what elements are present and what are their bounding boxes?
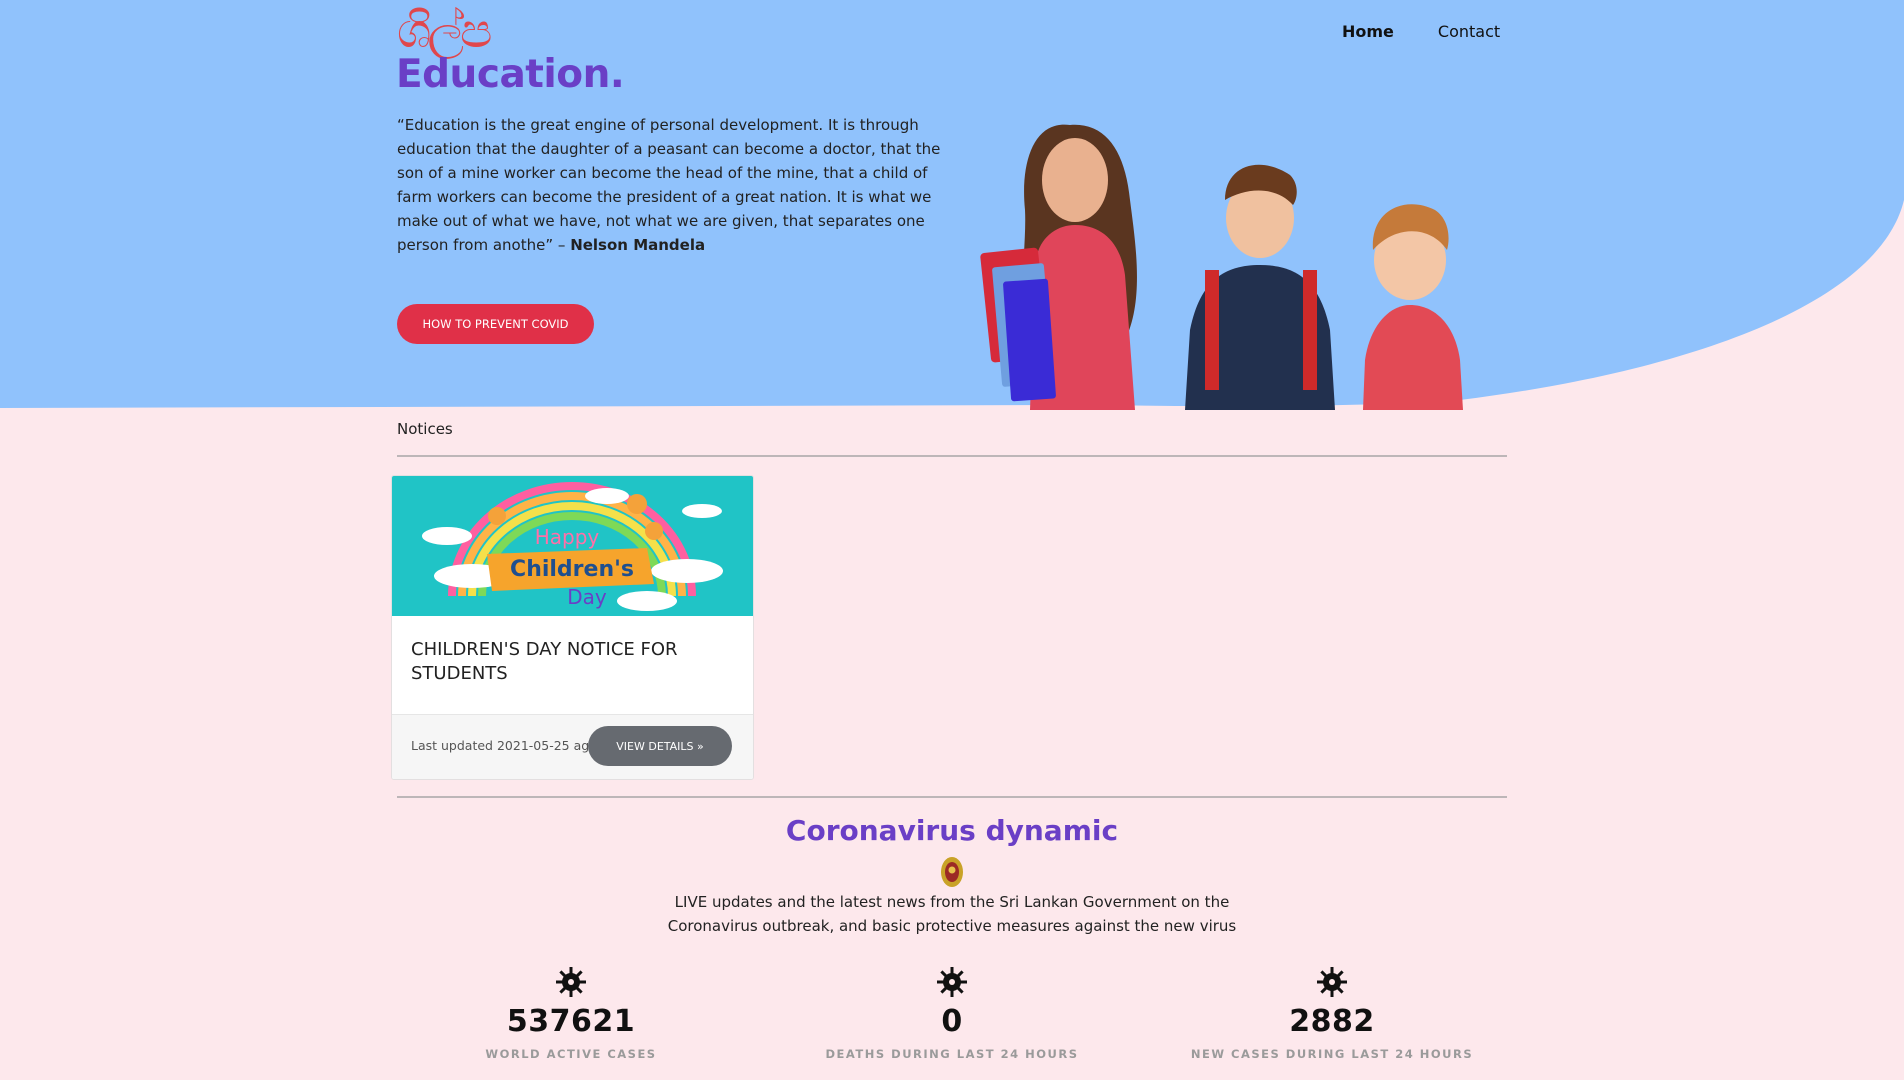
stat-label: DEATHS DURING LAST 24 HOURS	[825, 1047, 1079, 1061]
image-text-childrens: Children's	[510, 557, 634, 582]
prevent-covid-button[interactable]: HOW TO PREVENT COVID	[397, 304, 594, 344]
stat-new-cases-24h: 2882 NEW CASES DURING LAST 24 HOURS	[1162, 966, 1502, 1061]
stat-value: 0	[941, 1004, 963, 1039]
virus-icon	[556, 967, 586, 997]
childrens-day-image[interactable]: Happy Children's Day	[392, 476, 753, 616]
stat-label: WORLD ACTIVE CASES	[485, 1047, 657, 1061]
virus-icon	[1317, 967, 1347, 997]
notice-footer: Last updated 2021-05-25 ago VIEW DETAILS…	[392, 714, 753, 779]
nav-home-link[interactable]: Home	[1342, 22, 1394, 41]
corona-title: Coronavirus dynamic	[785, 814, 1119, 847]
nav-contact-link[interactable]: Contact	[1438, 22, 1500, 41]
logo-mark[interactable]: ශිල්ප	[397, 6, 492, 56]
notice-card: Happy Children's Day CHILDREN'S DAY NOTI…	[391, 475, 754, 780]
stat-world-active: 537621 WORLD ACTIVE CASES	[401, 966, 741, 1061]
view-details-button[interactable]: VIEW DETAILS »	[588, 726, 732, 766]
virus-icon	[937, 967, 967, 997]
divider	[397, 796, 1507, 798]
notice-title[interactable]: CHILDREN'S DAY NOTICE FOR STUDENTS	[411, 638, 731, 686]
stat-label: NEW CASES DURING LAST 24 HOURS	[1190, 1047, 1474, 1061]
main-nav: Home Contact	[1342, 22, 1500, 41]
image-text-day: Day	[567, 585, 607, 609]
students-illustration	[980, 124, 1463, 410]
notice-updated-text: Last updated 2021-05-25 ago	[411, 738, 597, 753]
corona-description: LIVE updates and the latest news from th…	[667, 893, 1237, 935]
logo-wordmark[interactable]: Education.	[396, 52, 625, 97]
stat-value: 2882	[1289, 1004, 1375, 1039]
notices-heading: Notices	[397, 420, 453, 438]
hero-background	[0, 0, 1904, 408]
sri-lanka-emblem-icon	[941, 857, 963, 887]
quote-author: Nelson Mandela	[570, 236, 706, 254]
stat-deaths-24h: 0 DEATHS DURING LAST 24 HOURS	[782, 966, 1122, 1061]
divider	[397, 455, 1507, 457]
hero-section: ශිල්ප Education. Home Contact “Education…	[0, 0, 1904, 420]
hero-quote: “Education is the great engine of person…	[397, 113, 947, 257]
image-text-happy: Happy	[535, 525, 600, 549]
quote-text: “Education is the great engine of person…	[397, 116, 941, 254]
stat-value: 537621	[506, 1004, 636, 1039]
